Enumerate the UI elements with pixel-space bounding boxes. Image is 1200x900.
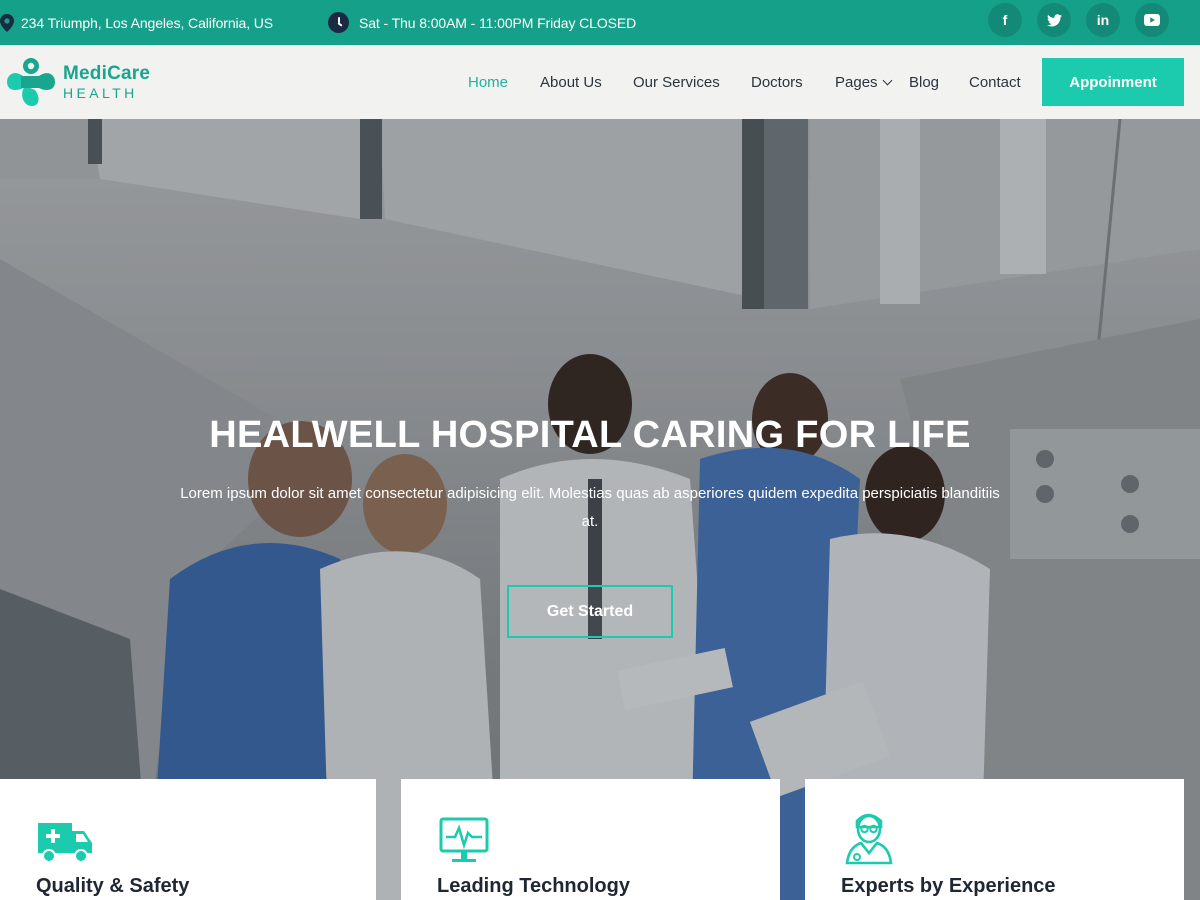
nav-our-services[interactable]: Our Services (633, 74, 720, 91)
get-started-button[interactable]: Get Started (507, 585, 673, 638)
logo[interactable]: MediCare HEALTH (5, 56, 150, 108)
nav-home[interactable]: Home (468, 74, 508, 91)
nav-pages-label: Pages (835, 74, 878, 91)
hours-text: Sat - Thu 8:00AM - 11:00PM Friday CLOSED (359, 14, 637, 31)
nav-contact[interactable]: Contact (969, 74, 1021, 91)
logo-line1: MediCare (63, 63, 151, 84)
feature-title: Experts by Experience (841, 875, 1056, 897)
medicare-logo-icon (7, 58, 55, 106)
feature-title: Quality & Safety (36, 875, 190, 897)
feature-card-quality[interactable]: Quality & Safety (0, 779, 376, 900)
feature-card-experts[interactable]: Experts by Experience (805, 779, 1184, 900)
nav-about-us[interactable]: About Us (540, 74, 602, 91)
main-navbar: MediCare HEALTH Home About Us Our Servic… (0, 45, 1200, 119)
address-info: 234 Triumph, Los Angeles, California, US (0, 0, 273, 45)
nav-pages[interactable]: Pages (835, 74, 892, 91)
youtube-icon[interactable] (1135, 3, 1169, 37)
logo-text: MediCare HEALTH (63, 64, 150, 100)
nav-blog[interactable]: Blog (909, 74, 939, 91)
hero-title: HEALWELL HOSPITAL CARING FOR LIFE (209, 414, 971, 456)
appointment-button[interactable]: Appoinment (1042, 58, 1184, 106)
twitter-icon[interactable] (1037, 3, 1071, 37)
facebook-icon[interactable]: f (988, 3, 1022, 37)
logo-line2: HEALTH (63, 85, 138, 101)
nav-doctors[interactable]: Doctors (751, 74, 803, 91)
address-text: 234 Triumph, Los Angeles, California, US (21, 14, 274, 31)
social-links: f in (988, 3, 1169, 37)
feature-title: Leading Technology (437, 875, 630, 897)
doctor-icon (845, 813, 893, 865)
top-info-bar: 234 Triumph, Los Angeles, California, US… (0, 0, 1200, 45)
monitor-icon (439, 817, 489, 862)
chevron-down-icon (882, 75, 892, 86)
ambulance-icon (38, 823, 92, 863)
hours-info: Sat - Thu 8:00AM - 11:00PM Friday CLOSED (328, 0, 636, 45)
hero-subtitle: Lorem ipsum dolor sit amet consectetur a… (180, 485, 1000, 530)
location-pin-icon (0, 13, 14, 32)
feature-card-technology[interactable]: Leading Technology (401, 779, 780, 900)
linkedin-icon[interactable]: in (1086, 3, 1120, 37)
clock-icon (328, 12, 349, 33)
